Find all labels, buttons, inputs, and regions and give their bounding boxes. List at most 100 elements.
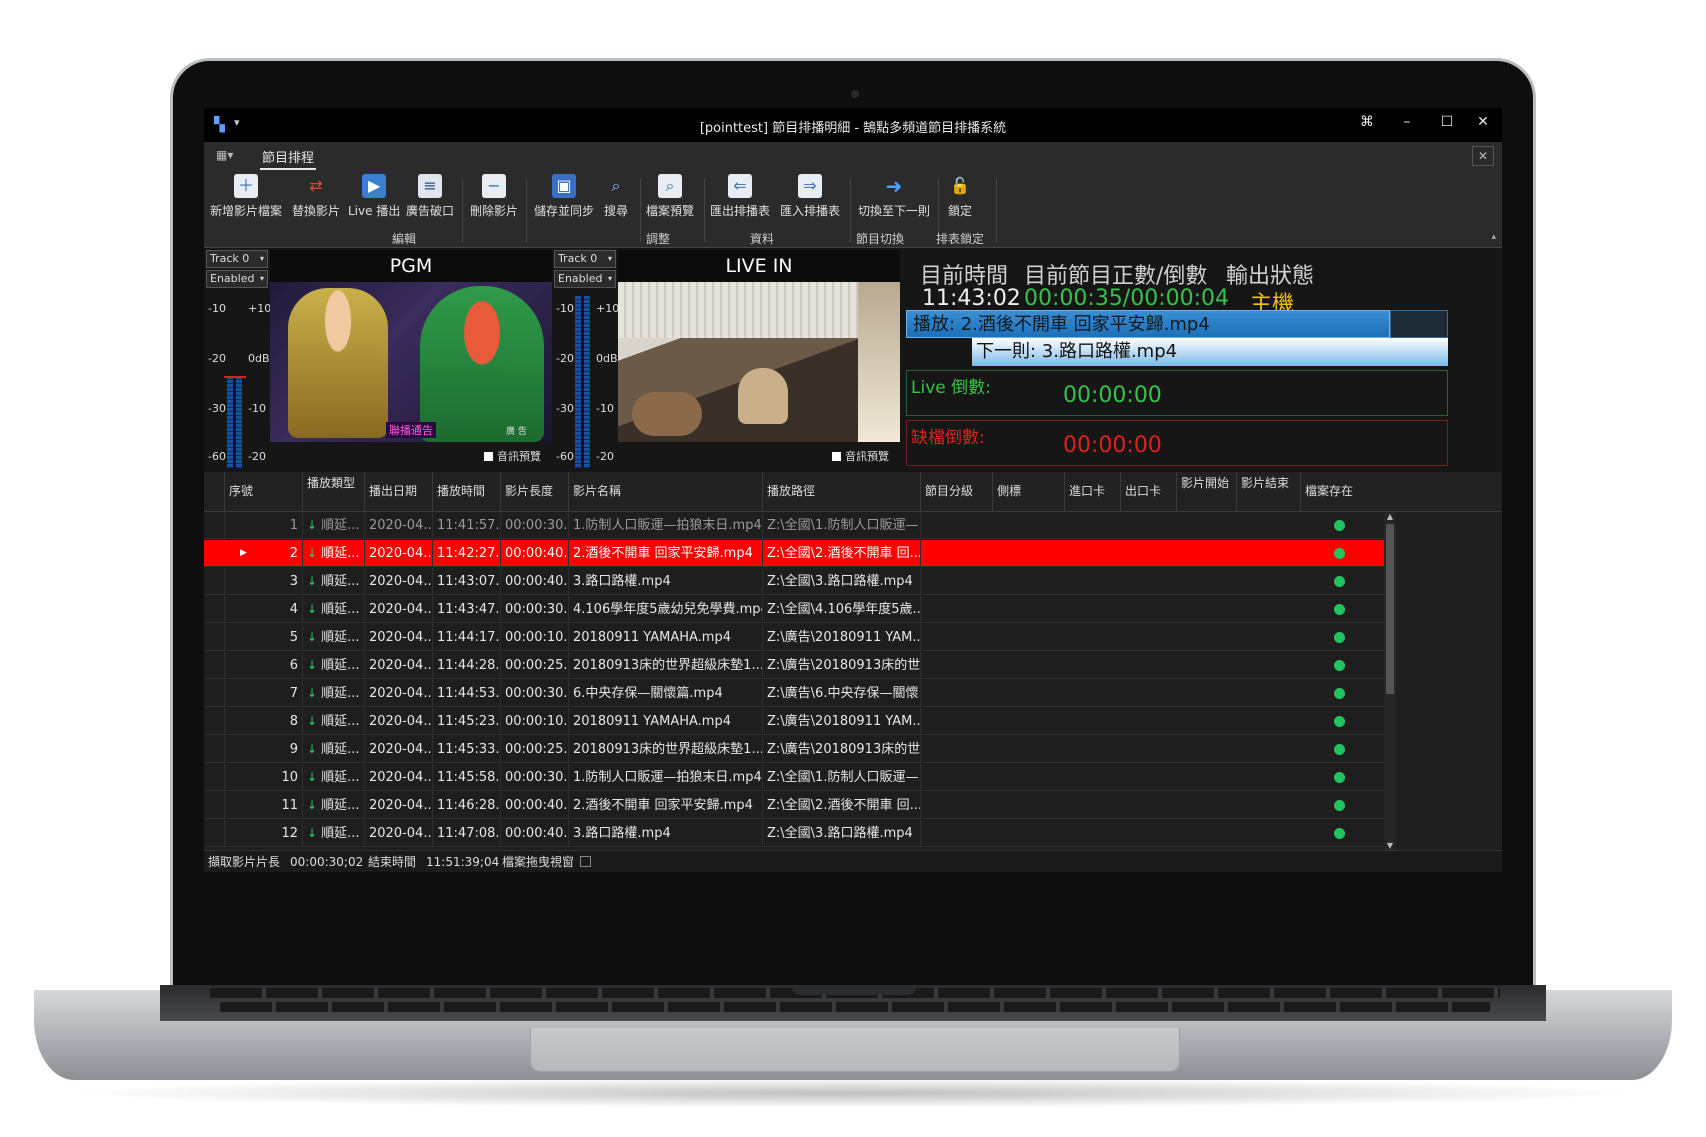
- search-button[interactable]: ⌕ 搜尋: [604, 174, 628, 224]
- scrollbar-thumb[interactable]: [1386, 524, 1394, 694]
- cell-length: 00:00:40...: [500, 820, 568, 847]
- switch-next-button[interactable]: ➜ 切換至下一則: [858, 174, 930, 224]
- table-row[interactable]: 5 ↓順延... 2020-04... 11:44:17... 00:00:10…: [204, 624, 1384, 651]
- column-header-entry-card[interactable]: 進口卡: [1064, 472, 1120, 512]
- table-row[interactable]: 11 ↓順延... 2020-04... 11:46:28... 00:00:4…: [204, 792, 1384, 819]
- live-enabled-value: Enabled: [558, 272, 603, 285]
- import-icon: ⇒: [798, 174, 822, 198]
- cell-time: 11:41:57...: [432, 512, 500, 539]
- cell-no: 10: [224, 764, 302, 791]
- next-arrow-icon: ➜: [885, 174, 903, 198]
- table-row[interactable]: 8 ↓順延... 2020-04... 11:45:23... 00:00:10…: [204, 708, 1384, 735]
- ad-break-button[interactable]: ≡ 廣告破口: [406, 174, 454, 224]
- tab-schedule[interactable]: 節目排程: [260, 147, 317, 170]
- cell-name: 20180913床的世界超級床墊1...: [568, 736, 762, 763]
- group-schedule-lock: 排表鎖定: [936, 232, 985, 246]
- meter-label: -20: [556, 352, 574, 365]
- end-time-label: 結束時間: [368, 855, 417, 869]
- cell-name: 6.中央存保—關懷篇.mp4: [568, 680, 762, 707]
- table-row[interactable]: 1 ↓順延... 2020-04... 11:41:57... 00:00:30…: [204, 512, 1384, 539]
- delete-video-button[interactable]: − 刪除影片: [470, 174, 518, 224]
- column-header-length[interactable]: 影片長度: [500, 472, 568, 512]
- file-drag-window-checkbox[interactable]: [580, 856, 591, 867]
- pgm-audio-preview-checkbox[interactable]: 音訊預覽: [484, 448, 541, 464]
- pgm-track-value: Track 0: [210, 252, 250, 265]
- cell-no: 9: [224, 736, 302, 763]
- pgm-enabled-value: Enabled: [210, 272, 255, 285]
- schedule-grid-header: 序號 播放類型 播出日期 播放時間 影片長度 影片名稱 播放路徑 節目分級 側標…: [204, 472, 1502, 512]
- export-icon: ⇐: [728, 174, 752, 198]
- column-header-exit-card[interactable]: 出口卡: [1120, 472, 1176, 512]
- file-preview-button[interactable]: ⌕ 檔案預覽: [646, 174, 694, 224]
- column-header-type[interactable]: 播放類型: [302, 472, 364, 512]
- arrow-down-icon: ↓: [307, 574, 318, 588]
- column-header-time[interactable]: 播放時間: [432, 472, 500, 512]
- cell-path: Z:\廣告\20180911 YAM...: [762, 624, 920, 651]
- replace-video-button[interactable]: ⇄ 替換影片: [292, 174, 340, 224]
- extra-icon[interactable]: ⌘: [1352, 114, 1382, 136]
- file-exists-icon: [1334, 828, 1345, 839]
- export-schedule-button[interactable]: ⇐ 匯出排播表: [710, 174, 770, 224]
- live-enabled-select[interactable]: Enabled ▾: [554, 270, 616, 288]
- cell-date: 2020-04...: [364, 680, 432, 707]
- column-header-video-end[interactable]: 影片結束: [1236, 472, 1300, 512]
- close-button[interactable]: ✕: [1468, 114, 1498, 136]
- live-play-button[interactable]: ▶ Live 播出: [348, 174, 400, 224]
- minimize-button[interactable]: –: [1392, 114, 1422, 136]
- cell-no: 11: [224, 792, 302, 819]
- grid-scrollbar[interactable]: ▲ ▼: [1384, 512, 1396, 850]
- pgm-track-select[interactable]: Track 0 ▾: [206, 250, 268, 268]
- table-row[interactable]: 4 ↓順延... 2020-04... 11:43:47... 00:00:30…: [204, 596, 1384, 623]
- column-header-path[interactable]: 播放路徑: [762, 472, 920, 512]
- scroll-up-icon[interactable]: ▲: [1384, 512, 1396, 521]
- column-header-video-start[interactable]: 影片開始: [1176, 472, 1236, 512]
- cell-time: 11:45:33...: [432, 736, 500, 763]
- arrow-down-icon: ↓: [307, 518, 318, 532]
- pgm-title: PGM: [270, 250, 552, 282]
- cell-empty: [920, 792, 1384, 819]
- ad-break-icon: ≡: [418, 174, 442, 198]
- table-row[interactable]: 10 ↓順延... 2020-04... 11:45:58... 00:00:3…: [204, 764, 1384, 791]
- scroll-down-icon[interactable]: ▼: [1384, 841, 1396, 850]
- cell-type: ↓ 順延...: [302, 568, 364, 595]
- save-sync-button[interactable]: ▣ 儲存並同步: [534, 174, 594, 224]
- add-file-button[interactable]: ＋ 新增影片檔案: [210, 174, 282, 224]
- table-row[interactable]: 6 ↓順延... 2020-04... 11:44:28... 00:00:25…: [204, 652, 1384, 679]
- cell-type: ↓ 順延...: [302, 792, 364, 819]
- table-row[interactable]: 12 ↓順延... 2020-04... 11:47:08... 00:00:4…: [204, 820, 1384, 847]
- cell-length: 00:00:30...: [500, 764, 568, 791]
- pgm-enabled-select[interactable]: Enabled ▾: [206, 270, 268, 288]
- column-header-name[interactable]: 影片名稱: [568, 472, 762, 512]
- column-header-file-exists[interactable]: 檔案存在: [1300, 472, 1384, 512]
- arrow-down-icon: ↓: [307, 686, 318, 700]
- ribbon-close-icon[interactable]: ✕: [1472, 146, 1494, 166]
- lock-button[interactable]: 🔓 鎖定: [948, 174, 972, 224]
- chevron-down-icon: ▾: [259, 254, 264, 263]
- meter-label: -20: [596, 450, 614, 463]
- ribbon-separator: [704, 178, 705, 242]
- column-header-no[interactable]: 序號: [224, 472, 302, 512]
- live-in-preview[interactable]: [618, 282, 900, 442]
- cell-empty: [920, 652, 1384, 679]
- table-row[interactable]: 7 ↓順延... 2020-04... 11:44:53... 00:00:30…: [204, 680, 1384, 707]
- live-audio-preview-checkbox[interactable]: 音訊預覽: [832, 448, 889, 464]
- column-header-date[interactable]: 播出日期: [364, 472, 432, 512]
- cell-type-text: 順延...: [321, 742, 360, 757]
- lock-label: 鎖定: [948, 204, 973, 218]
- pgm-preview[interactable]: 聯播通告 廣 告: [270, 282, 552, 442]
- table-row-selected[interactable]: ▶ 2 ↓順延... 2020-04... 11:42:27... 00:00:…: [204, 540, 1384, 567]
- table-row[interactable]: 9 ↓順延... 2020-04... 11:45:33... 00:00:25…: [204, 736, 1384, 763]
- cell-length: 00:00:40...: [500, 792, 568, 819]
- import-schedule-button[interactable]: ⇒ 匯入排播表: [780, 174, 840, 224]
- maximize-button[interactable]: ☐: [1432, 114, 1462, 136]
- column-header-rating[interactable]: 節目分級: [920, 472, 992, 512]
- ribbon-collapse-icon[interactable]: ▴: [1491, 232, 1496, 242]
- live-track-select[interactable]: Track 0 ▾: [554, 250, 616, 268]
- table-row[interactable]: 3 ↓順延... 2020-04... 11:43:07... 00:00:40…: [204, 568, 1384, 595]
- file-exists-icon: [1334, 744, 1345, 755]
- wood-stump: [632, 392, 702, 436]
- arrow-down-icon: ↓: [307, 546, 318, 560]
- cell-type-text: 順延...: [321, 686, 360, 701]
- column-header-side-logo[interactable]: 側標: [992, 472, 1064, 512]
- quick-access-icon[interactable]: ▦▾: [216, 148, 233, 162]
